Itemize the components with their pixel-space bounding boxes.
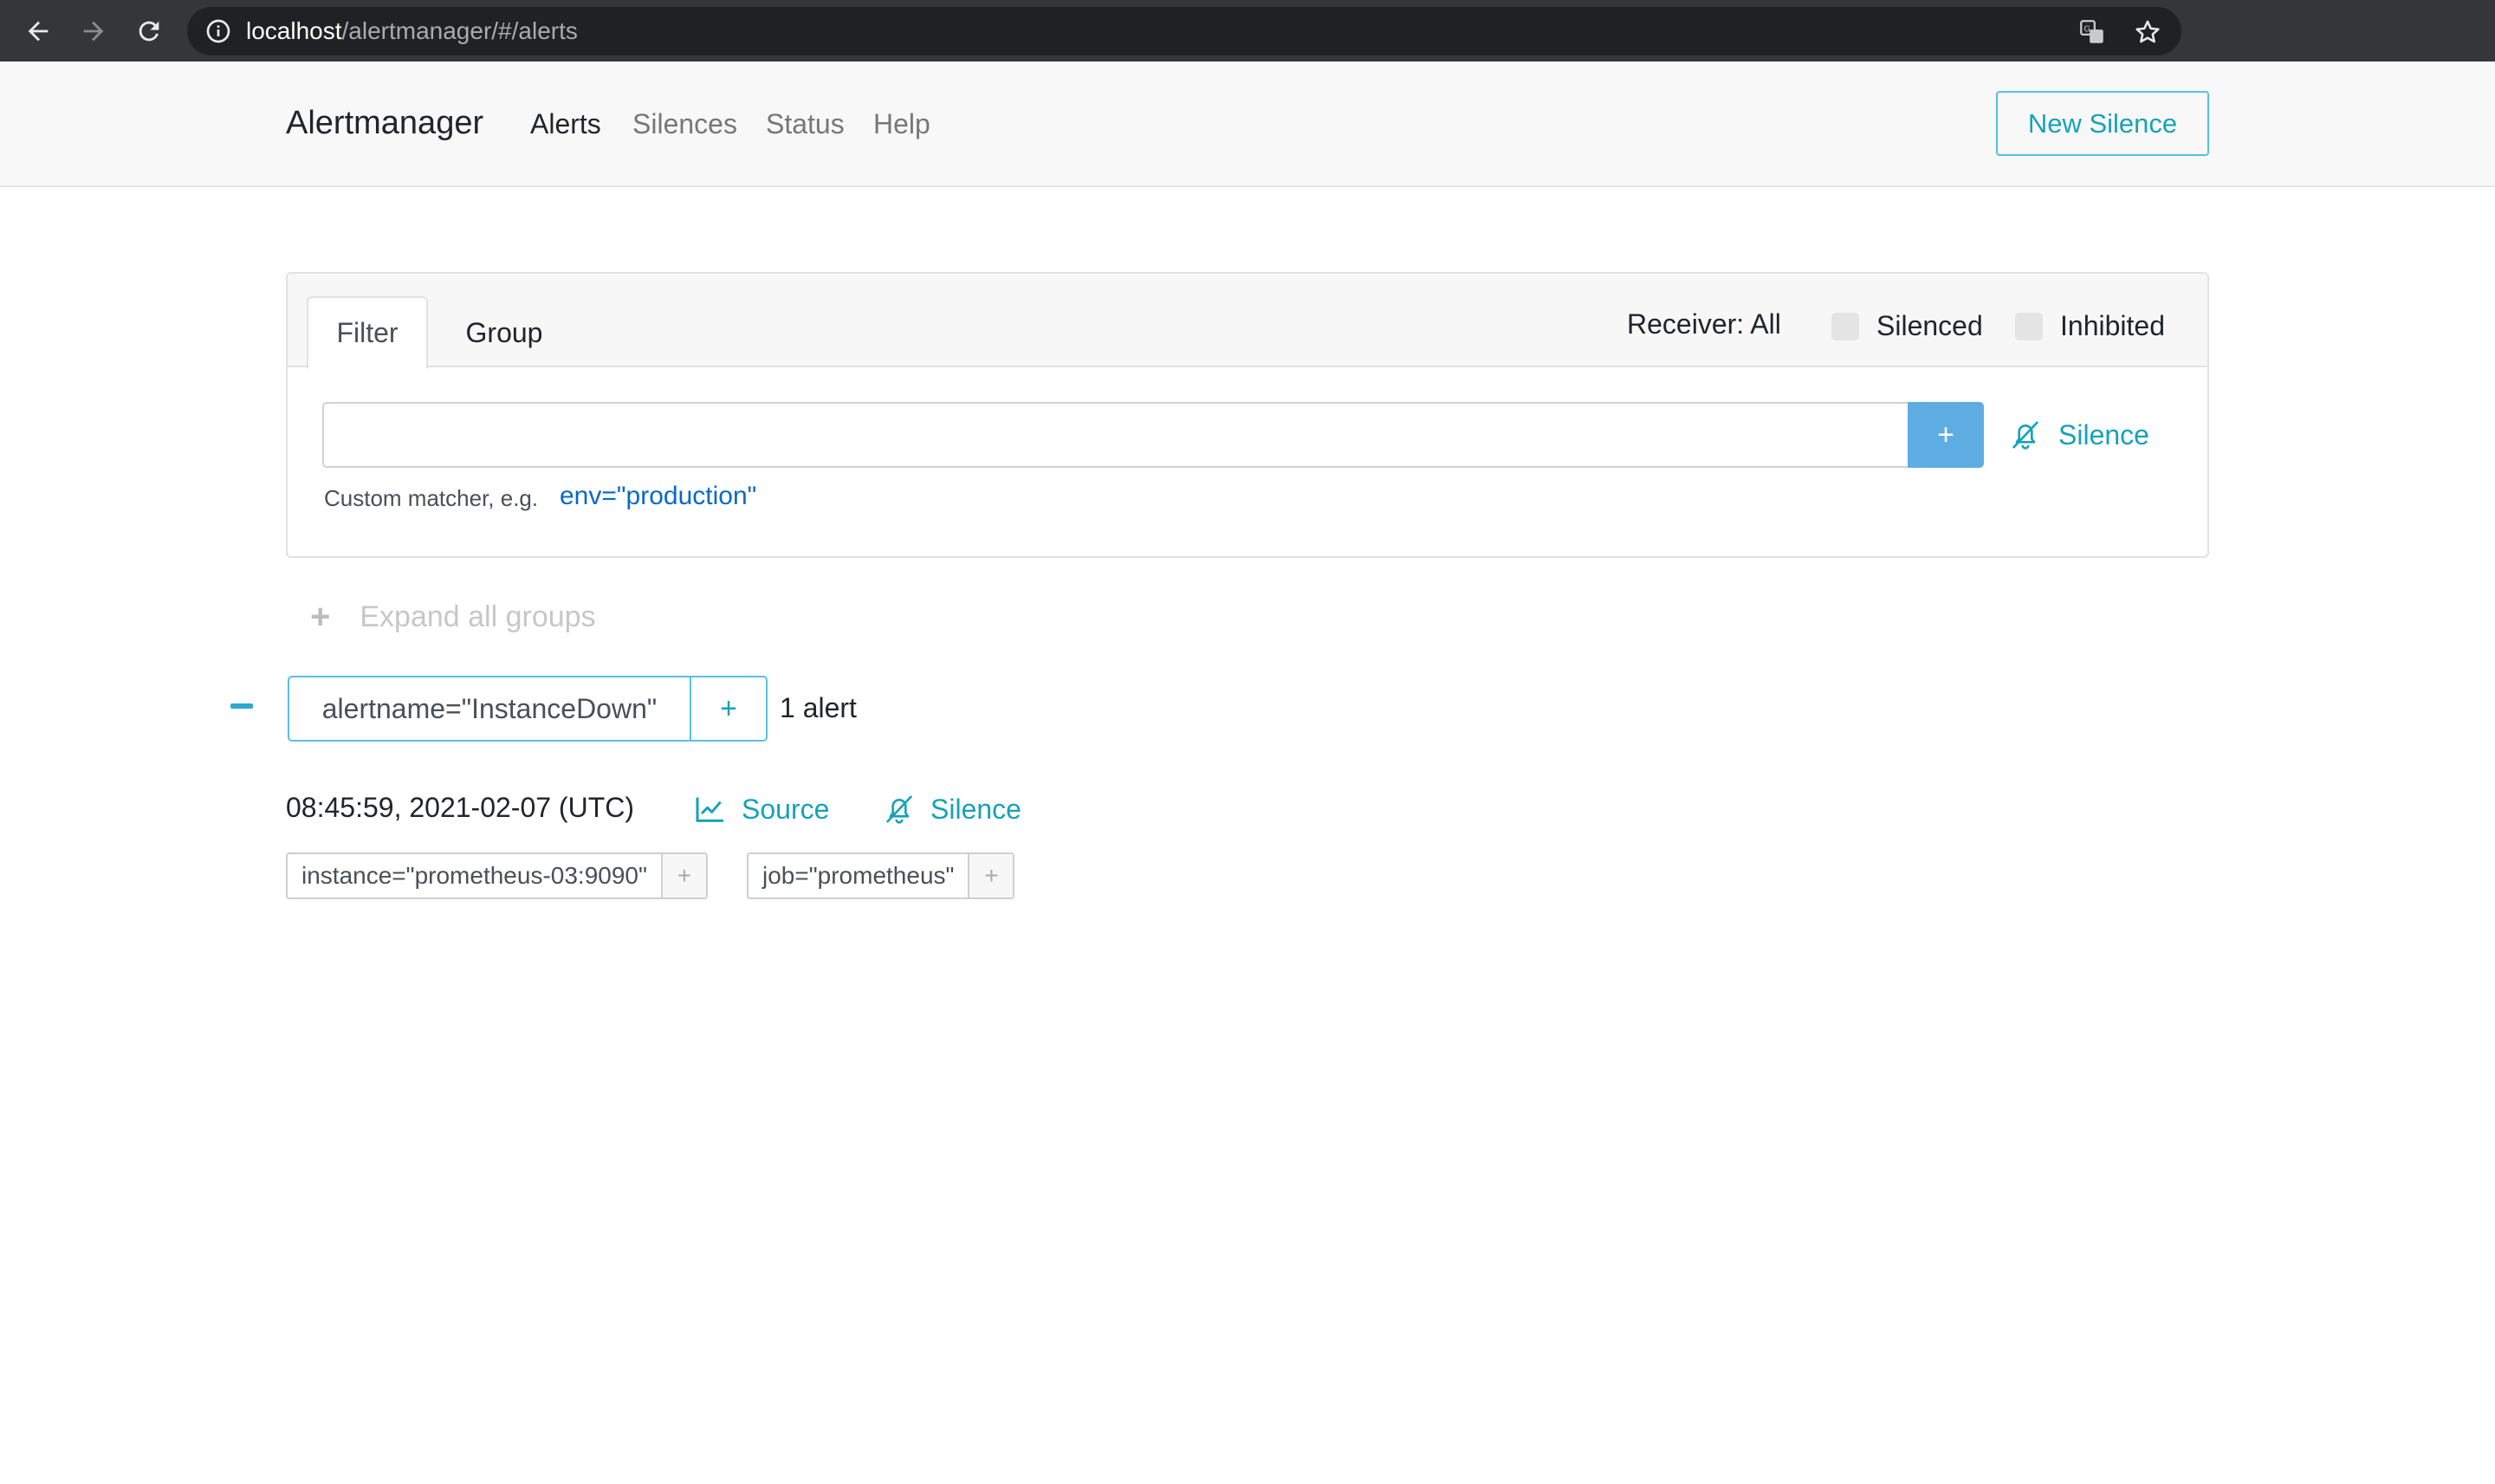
group-label-text[interactable]: alertname="InstanceDown": [289, 677, 691, 740]
matcher-hint: Custom matcher, e.g.: [324, 485, 539, 511]
alert-count: 1 alert: [780, 692, 857, 723]
nav-link-status[interactable]: Status: [766, 108, 845, 140]
minus-icon[interactable]: [230, 703, 253, 709]
alert-label-instance-add[interactable]: +: [662, 854, 706, 898]
tab-group[interactable]: Group: [444, 296, 565, 369]
new-silence-button[interactable]: New Silence: [1996, 91, 2209, 156]
back-arrow-icon[interactable]: [19, 12, 57, 50]
browser-toolbar: localhost/alertmanager/#/alerts G: [0, 0, 2495, 62]
nav-link-help[interactable]: Help: [873, 108, 930, 140]
translate-icon[interactable]: G: [2077, 17, 2107, 47]
expand-all-groups[interactable]: + Expand all groups: [310, 598, 596, 637]
group-label: alertname="InstanceDown" +: [288, 676, 768, 742]
expand-all-label: Expand all groups: [360, 600, 596, 633]
group-label-add-button[interactable]: +: [691, 677, 766, 740]
inhibited-checkbox-box[interactable]: [2015, 312, 2043, 340]
alert-label-job-add[interactable]: +: [969, 854, 1014, 898]
alert-source-label: Source: [742, 793, 830, 825]
app-navbar: Alertmanager Alerts Silences Status Help…: [0, 62, 2495, 187]
filter-silence-label: Silence: [2058, 418, 2149, 450]
silenced-checkbox-box[interactable]: [1831, 312, 1859, 340]
url-text[interactable]: localhost/alertmanager/#/alerts: [246, 19, 578, 43]
filter-card-header: Filter Group Receiver: All Silenced Inhi…: [288, 274, 2207, 369]
silenced-checkbox[interactable]: Silenced: [1831, 310, 1983, 342]
alert-label-job: job="prometheus" +: [747, 852, 1015, 899]
forward-arrow-icon[interactable]: [75, 12, 113, 50]
chart-line-icon: [696, 797, 723, 822]
filter-card: Filter Group Receiver: All Silenced Inhi…: [286, 272, 2209, 558]
silenced-label: Silenced: [1876, 310, 1983, 341]
alert-label-instance: instance="prometheus-03:9090" +: [286, 852, 708, 899]
star-icon[interactable]: [2133, 17, 2162, 47]
alert-label-instance-text[interactable]: instance="prometheus-03:9090": [288, 854, 663, 898]
reload-icon[interactable]: [130, 12, 168, 50]
tab-filter[interactable]: Filter: [307, 296, 428, 369]
bell-slash-icon: [2012, 421, 2039, 450]
nav-link-alerts[interactable]: Alerts: [530, 108, 601, 140]
filter-silence-button[interactable]: Silence: [2008, 418, 2149, 452]
alert-silence-label: Silence: [930, 793, 1021, 825]
alert-source-link[interactable]: Source: [693, 792, 829, 826]
receiver-selector[interactable]: Receiver: All: [1627, 308, 1781, 340]
alert-timestamp: 08:45:59, 2021-02-07 (UTC): [286, 792, 634, 823]
alert-label-job-text[interactable]: job="prometheus": [748, 854, 970, 898]
inhibited-checkbox[interactable]: Inhibited: [2015, 310, 2165, 342]
alert-silence-link[interactable]: Silence: [882, 792, 1021, 826]
address-bar[interactable]: localhost/alertmanager/#/alerts G: [187, 7, 2181, 55]
svg-text:G: G: [2083, 24, 2090, 34]
info-icon[interactable]: [204, 17, 232, 45]
plus-icon: +: [310, 598, 331, 636]
brand-title[interactable]: Alertmanager: [286, 105, 483, 142]
inhibited-label: Inhibited: [2060, 310, 2165, 341]
matcher-example-link[interactable]: env="production": [560, 482, 756, 511]
nav-link-silences[interactable]: Silences: [632, 108, 737, 140]
filter-input[interactable]: [322, 402, 1909, 468]
add-filter-button[interactable]: +: [1908, 402, 1984, 468]
bell-slash-icon: [885, 795, 913, 824]
